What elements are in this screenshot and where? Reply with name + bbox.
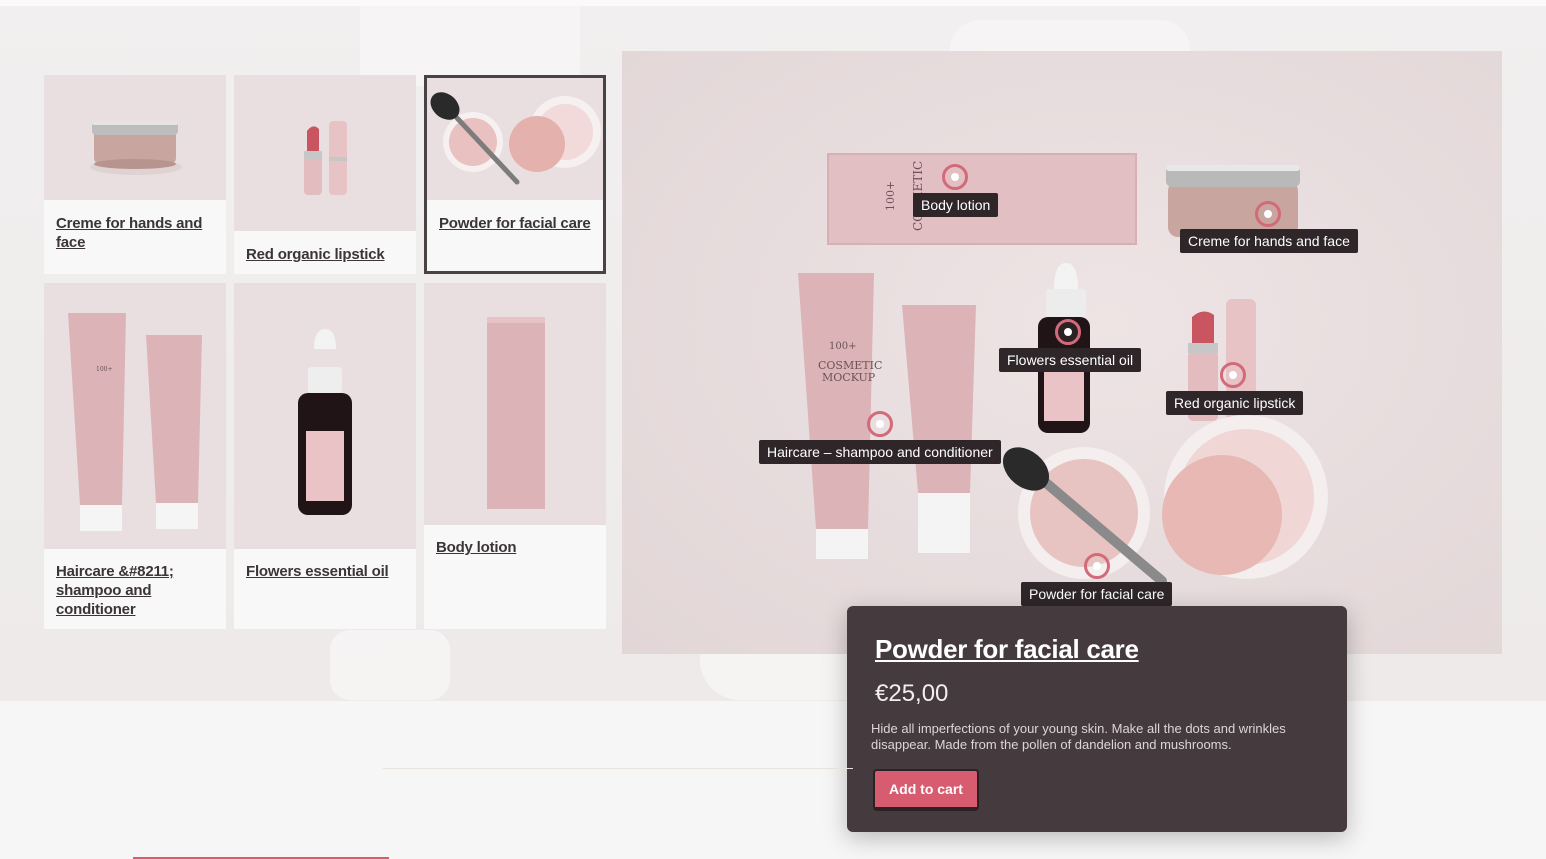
hotspot-powder[interactable] [1084,553,1110,579]
popup-price: €25,00 [875,680,949,707]
tube-icon[interactable]: 100+ [44,283,226,549]
tag-powder[interactable]: Powder for facial care [1021,582,1173,606]
hotspot-haircare[interactable] [867,411,893,437]
product-title[interactable]: Haircare &#8211; shampoo and conditioner [56,562,214,619]
lipstick-icon[interactable] [234,75,416,231]
product-popup: Powder for facial care €25,00 Hide all i… [847,606,1347,832]
product-card-powder[interactable]: Powder for facial care [424,75,606,274]
lotion-box-icon[interactable] [424,283,606,525]
product-showcase: 100+ COSMETIC 100+ COSMETIC MOCKUP [622,51,1502,654]
tag-lipstick[interactable]: Red organic lipstick [1166,391,1304,415]
dropper-bottle-icon[interactable] [234,283,416,549]
hotspot-oil[interactable] [1055,319,1081,345]
section-divider [383,768,853,769]
background-decoration [360,6,580,86]
package-line2-label: MOCKUP [822,371,876,384]
product-title[interactable]: Body lotion [436,538,594,557]
tag-oil[interactable]: Flowers essential oil [999,348,1142,372]
product-card-oil[interactable]: Flowers essential oil [234,283,416,629]
background-decoration [330,630,450,700]
powder-brush-icon[interactable] [427,78,603,200]
cream-jar-icon[interactable] [44,75,226,200]
product-title[interactable]: Powder for facial care [439,214,591,233]
product-card-body-lotion[interactable]: Body lotion [424,283,606,629]
package-brand-label: 100+ [96,366,112,373]
package-brand-label: 100+ [884,181,897,211]
product-card-creme[interactable]: Creme for hands and face [44,75,226,274]
tag-creme[interactable]: Creme for hands and face [1180,229,1358,253]
tag-body-lotion[interactable]: Body lotion [913,193,999,217]
product-title[interactable]: Creme for hands and face [56,214,214,252]
product-title[interactable]: Red organic lipstick [246,245,404,264]
package-brand-label: 100+ [829,341,856,352]
hotspot-creme[interactable] [1255,201,1281,227]
tag-haircare[interactable]: Haircare – shampoo and conditioner [759,440,1001,464]
popup-title[interactable]: Powder for facial care [875,634,1139,665]
add-to-cart-button[interactable]: Add to cart [873,769,979,811]
hotspot-body-lotion[interactable] [942,164,968,190]
popup-description: Hide all imperfections of your young ski… [871,721,1286,752]
hotspot-lipstick[interactable] [1220,362,1246,388]
product-title[interactable]: Flowers essential oil [246,562,404,581]
product-card-lipstick[interactable]: Red organic lipstick [234,75,416,274]
top-strip [0,0,1546,6]
product-card-haircare[interactable]: 100+ Haircare &#8211; shampoo and condit… [44,283,226,629]
